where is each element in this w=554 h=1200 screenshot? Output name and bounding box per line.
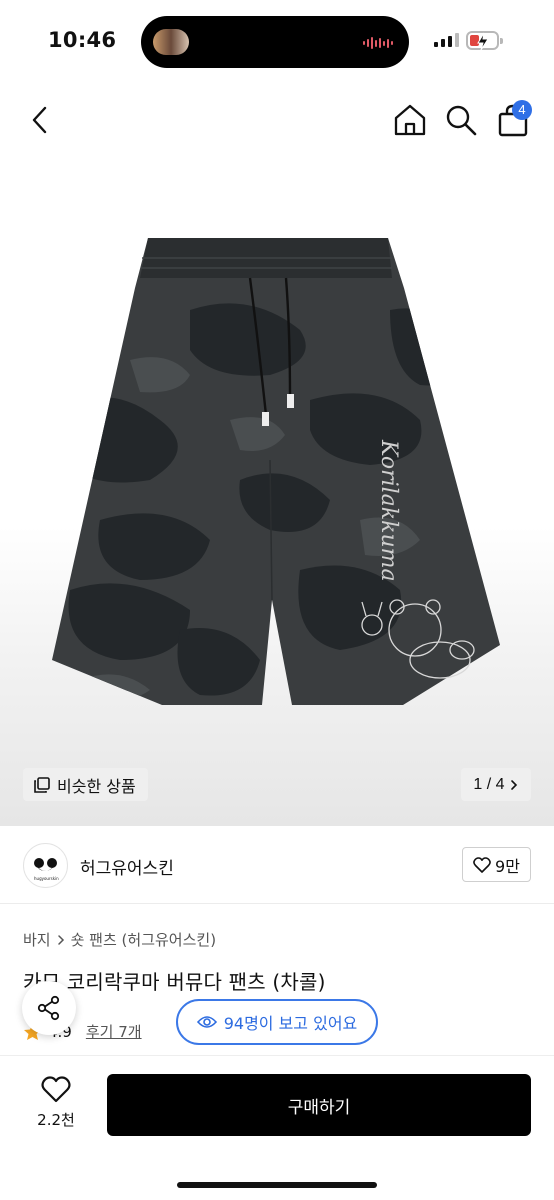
wishlist-button[interactable]: 2.2천 [28,1076,84,1138]
cellular-signal-icon [434,33,459,47]
brand-logo-caption: hugyourskin [34,876,59,881]
similar-products-button[interactable]: 비슷한 상품 [23,768,148,801]
brand-like-count: 9만 [495,856,520,876]
dynamic-island [141,16,409,68]
status-time: 10:46 [48,28,117,52]
brand-like-button[interactable]: 9만 [462,847,531,882]
heart-outline-icon [473,856,491,873]
chevron-left-icon [32,106,47,134]
wishlist-count: 2.2천 [37,1111,75,1129]
search-icon [446,105,477,136]
cart-count-badge: 4 [512,100,532,120]
buy-button[interactable]: 구매하기 [107,1074,531,1136]
home-icon [394,104,426,136]
top-navigation [0,90,554,154]
image-page-counter[interactable]: 1 / 4 [461,768,531,801]
heart-outline-icon [41,1076,71,1103]
copy-icon [34,776,50,793]
product-image[interactable]: Korilakkuma 비슷한 상품 1 / 4 [0,160,554,826]
home-button[interactable] [392,102,428,138]
chevron-right-icon [57,934,64,945]
share-button[interactable] [22,981,76,1035]
breadcrumb-subcategory[interactable]: 숏 팬츠 (허그유어스킨) [71,929,216,950]
bottom-action-bar: 2.2천 구매하기 [0,1055,554,1200]
eye-icon [196,1016,217,1028]
battery-icon [466,31,503,51]
back-button[interactable] [24,102,58,138]
chevron-right-icon [510,779,517,790]
brand-name[interactable]: 허그유어스킨 [80,854,174,879]
brand-row[interactable]: hugyourskin 허그유어스킨 9만 [0,826,554,904]
viewers-text: 94명이 보고 있어요 [223,1014,358,1033]
reviews-link[interactable]: 후기 7개 [86,1021,142,1042]
status-bar: 10:46 [0,0,554,84]
breadcrumb-category[interactable]: 바지 [23,929,51,950]
search-button[interactable] [444,102,478,138]
similar-products-label: 비슷한 상품 [57,776,136,796]
home-indicator [177,1182,377,1188]
page-counter-label: 1 / 4 [473,775,505,793]
korilakkuma-print-text: Korilakkuma [376,439,401,582]
viewers-indicator: 94명이 보고 있어요 [176,999,378,1045]
now-playing-artwork-icon [153,29,189,55]
share-icon [37,995,60,1021]
breadcrumb: 바지 숏 팬츠 (허그유어스킨) [23,929,216,950]
audio-wave-icon [363,37,393,49]
brand-logo[interactable]: hugyourskin [23,843,68,888]
brand-logo-icon [34,858,57,871]
bermuda-shorts-image: Korilakkuma [52,238,500,705]
